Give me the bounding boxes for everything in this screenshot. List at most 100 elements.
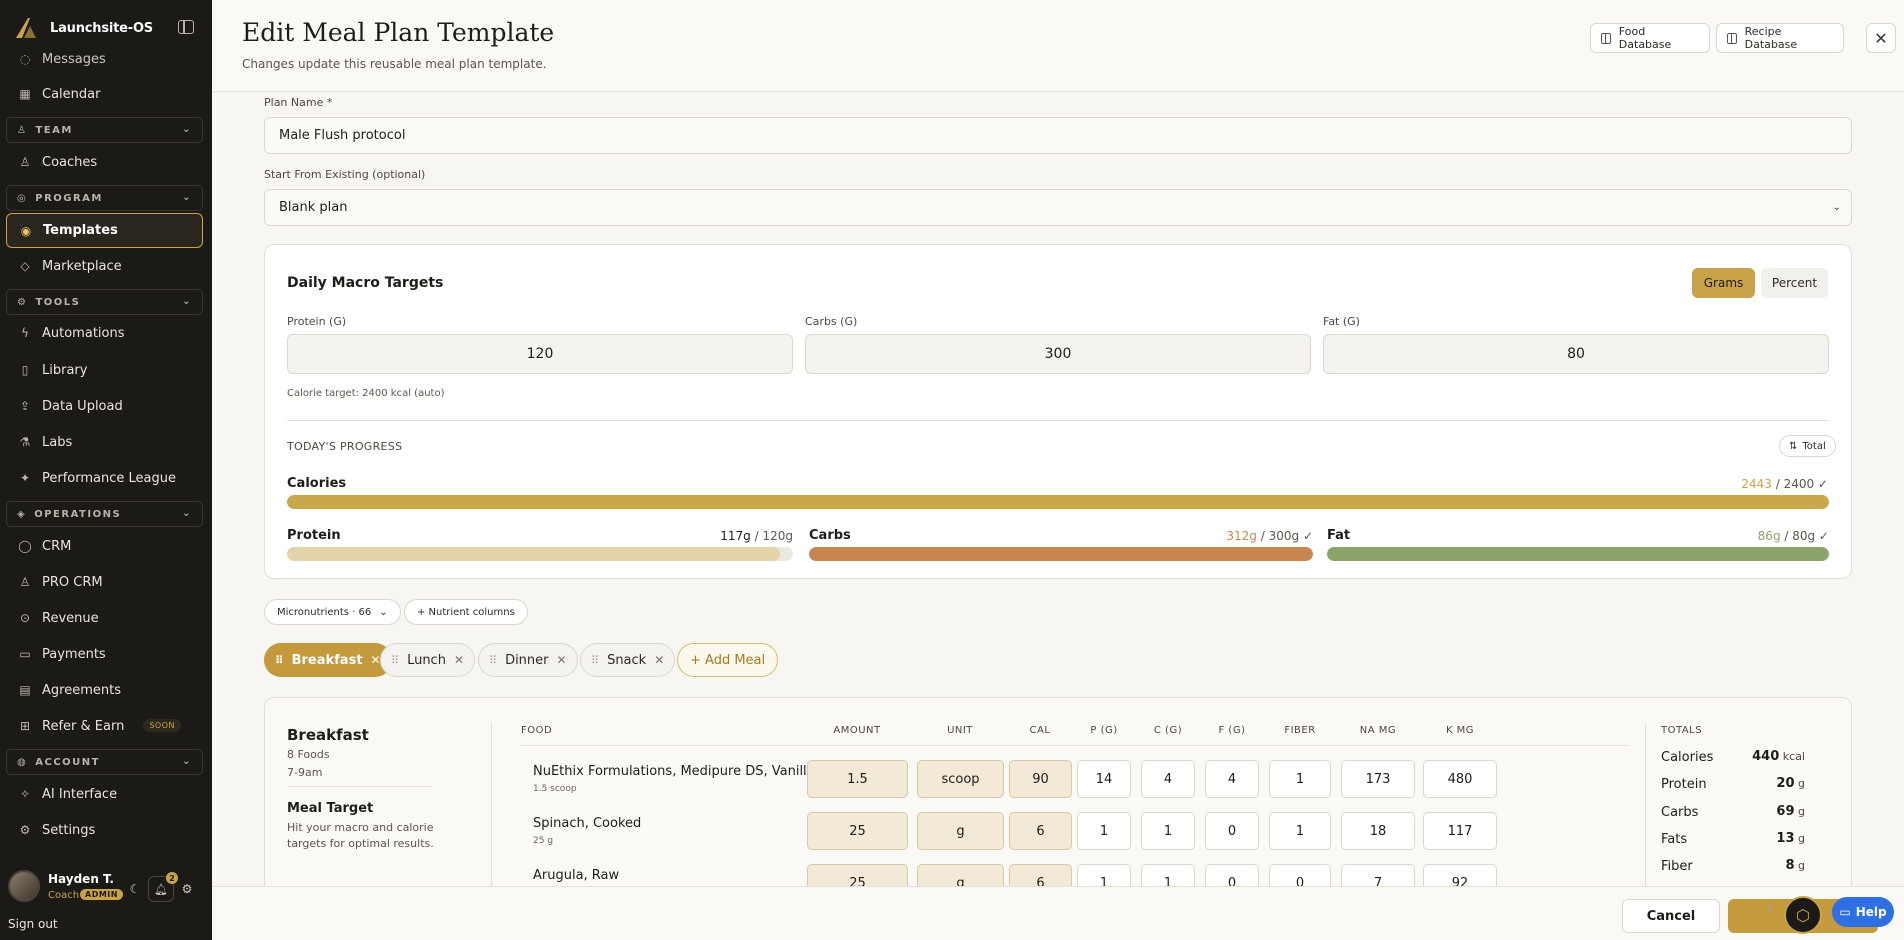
add-meal-button[interactable]: + Add Meal: [677, 643, 779, 677]
food-database-button[interactable]: Food Database: [1590, 23, 1710, 53]
cancel-button[interactable]: Cancel: [1622, 899, 1720, 933]
drag-handle-icon: ⠿: [275, 653, 284, 667]
sidebar-item-data-upload[interactable]: ⇪ Data Upload: [6, 389, 203, 423]
section-operations[interactable]: ◈ OPERATIONS ⌄: [6, 501, 203, 527]
section-program[interactable]: ◎ PROGRAM ⌄: [6, 185, 203, 211]
templates-icon: ◉: [20, 223, 32, 238]
sign-out-link[interactable]: Sign out: [8, 917, 58, 931]
total-fiber-label: Fiber: [1661, 859, 1693, 874]
fat-bar-label: Fat: [1327, 528, 1351, 543]
carbs-cell: 1: [1141, 812, 1195, 850]
protein-label: Protein (G): [287, 315, 347, 328]
grams-toggle[interactable]: Grams: [1692, 268, 1755, 298]
sidebar-item-coaches[interactable]: ♙ Coaches: [6, 145, 203, 179]
fiber-cell: 0: [1269, 864, 1331, 886]
program-icon: ◎: [17, 192, 28, 204]
nutrient-columns-chip[interactable]: + Nutrient columns: [404, 599, 528, 625]
amount-input[interactable]: 25: [807, 864, 908, 886]
sidebar-item-calendar[interactable]: ▦ Calendar: [6, 77, 203, 111]
daily-macro-targets-card: Daily Macro Targets Grams Percent Protei…: [264, 244, 1852, 579]
sidebar-item-performance-league[interactable]: ✦ Performance League: [6, 461, 203, 495]
recipe-database-button[interactable]: Recipe Database: [1716, 23, 1844, 53]
assistant-launcher-button[interactable]: ⬡: [1784, 896, 1822, 934]
fat-input[interactable]: 80: [1323, 334, 1829, 374]
operations-icon: ◈: [17, 508, 27, 520]
protein-cell: 1: [1077, 864, 1131, 886]
divider: [287, 420, 1829, 421]
sidebar-item-library[interactable]: ▯ Library: [6, 353, 203, 387]
sidebar-item-messages[interactable]: ◌ Messages: [6, 42, 203, 76]
carbs-bar-label: Carbs: [809, 528, 851, 543]
user-profile: Hayden T. Coach ADMIN ☾ 🔔︎ 2 ⚙: [0, 866, 212, 916]
col-header-food: FOOD: [521, 725, 553, 736]
meal-tab-dinner[interactable]: ⠿ Dinner ✕: [478, 643, 578, 677]
close-icon[interactable]: ✕: [454, 653, 464, 667]
bolt-icon: ϟ: [21, 326, 29, 340]
sidebar-item-refer-earn[interactable]: ⊞ Refer & Earn SOON: [6, 709, 203, 743]
drag-handle-icon[interactable]: ⠿: [1766, 905, 1776, 925]
carbs-cell: 1: [1141, 864, 1195, 886]
total-fats-label: Fats: [1661, 832, 1688, 847]
protein-cell: 14: [1077, 760, 1131, 798]
sidebar-item-ai-interface[interactable]: ✧ AI Interface: [6, 777, 203, 811]
cal-cell: 90: [1009, 760, 1072, 798]
gear-icon[interactable]: ⚙: [180, 882, 194, 896]
protein-progress-fill: [287, 547, 781, 561]
section-account[interactable]: ◍ ACCOUNT ⌄: [6, 749, 203, 775]
meal-tab-snack[interactable]: ⠿ Snack ✕: [580, 643, 676, 677]
start-from-select[interactable]: Blank plan ⌄: [264, 189, 1852, 226]
meal-tab-lunch[interactable]: ⠿ Lunch ✕: [380, 643, 476, 677]
sidebar-item-labs[interactable]: ⚗ Labs: [6, 425, 203, 459]
soon-badge: SOON: [143, 719, 181, 732]
notifications-button[interactable]: 🔔︎ 2: [148, 872, 178, 902]
close-icon[interactable]: ✕: [654, 653, 664, 667]
chevron-down-icon: ⌄: [1832, 202, 1841, 213]
revenue-icon: ⊙: [19, 611, 31, 625]
sidebar-item-settings[interactable]: ⚙ Settings: [6, 813, 203, 847]
protein-input[interactable]: 120: [287, 334, 793, 374]
col-header-na: NA MG: [1359, 725, 1397, 736]
food-serving: 25 g: [533, 836, 554, 846]
sidebar-item-automations[interactable]: ϟ Automations: [6, 316, 203, 350]
section-tools[interactable]: ⚙ TOOLS ⌄: [6, 289, 203, 315]
macro-targets-title: Daily Macro Targets: [287, 275, 444, 291]
sparkle-icon: ✧: [19, 787, 31, 801]
page-title: Edit Meal Plan Template: [242, 18, 555, 47]
sidebar-item-crm[interactable]: ◯ CRM: [6, 529, 203, 563]
start-from-label: Start From Existing (optional): [264, 168, 426, 181]
plan-name-input[interactable]: Male Flush protocol: [264, 117, 1852, 154]
total-fiber-value: 8 g: [1785, 858, 1805, 873]
sidebar-item-pro-crm[interactable]: ♙ PRO CRM: [6, 565, 203, 599]
amount-input[interactable]: 25: [807, 812, 908, 850]
amount-input[interactable]: 1.5: [807, 760, 908, 798]
sidebar-item-marketplace[interactable]: ◇ Marketplace: [6, 249, 203, 283]
collapse-sidebar-icon[interactable]: [178, 20, 194, 34]
drag-handle-icon: ⠿: [489, 653, 498, 667]
unit-select[interactable]: g: [917, 812, 1004, 850]
close-button[interactable]: ✕: [1866, 23, 1896, 53]
sidebar-item-revenue[interactable]: ⊙ Revenue: [6, 601, 203, 635]
carbs-cell: 4: [1141, 760, 1195, 798]
food-serving: 1.5 scoop: [533, 784, 577, 794]
sidebar-item-payments[interactable]: ▭ Payments: [6, 637, 203, 671]
meal-tab-breakfast[interactable]: ⠿ Breakfast ✕: [264, 643, 392, 677]
micronutrients-chip[interactable]: Micronutrients · 66 ⌄: [264, 599, 401, 625]
help-button[interactable]: ▭ Help: [1832, 897, 1894, 927]
unit-select[interactable]: g: [917, 864, 1004, 886]
unit-select[interactable]: scoop: [917, 760, 1004, 798]
col-header-fiber: FIBER: [1284, 725, 1316, 736]
close-icon[interactable]: ✕: [557, 653, 567, 667]
moon-icon[interactable]: ☾: [128, 882, 142, 896]
fat-value: 86g / 80g ✓: [1757, 529, 1829, 543]
sidebar-item-templates[interactable]: ◉ Templates: [6, 213, 203, 248]
percent-toggle[interactable]: Percent: [1761, 268, 1828, 298]
message-icon: ◌: [19, 52, 31, 66]
avatar[interactable]: [8, 870, 40, 902]
sidebar-item-agreements[interactable]: ▤ Agreements: [6, 673, 203, 707]
protein-bar-label: Protein: [287, 528, 341, 543]
fat-cell: 0: [1205, 864, 1259, 886]
section-team[interactable]: ♙ TEAM ⌄: [6, 117, 203, 143]
food-name: Arugula, Raw: [533, 868, 620, 883]
total-toggle-button[interactable]: ⇅ Total: [1779, 435, 1836, 457]
carbs-input[interactable]: 300: [805, 334, 1311, 374]
